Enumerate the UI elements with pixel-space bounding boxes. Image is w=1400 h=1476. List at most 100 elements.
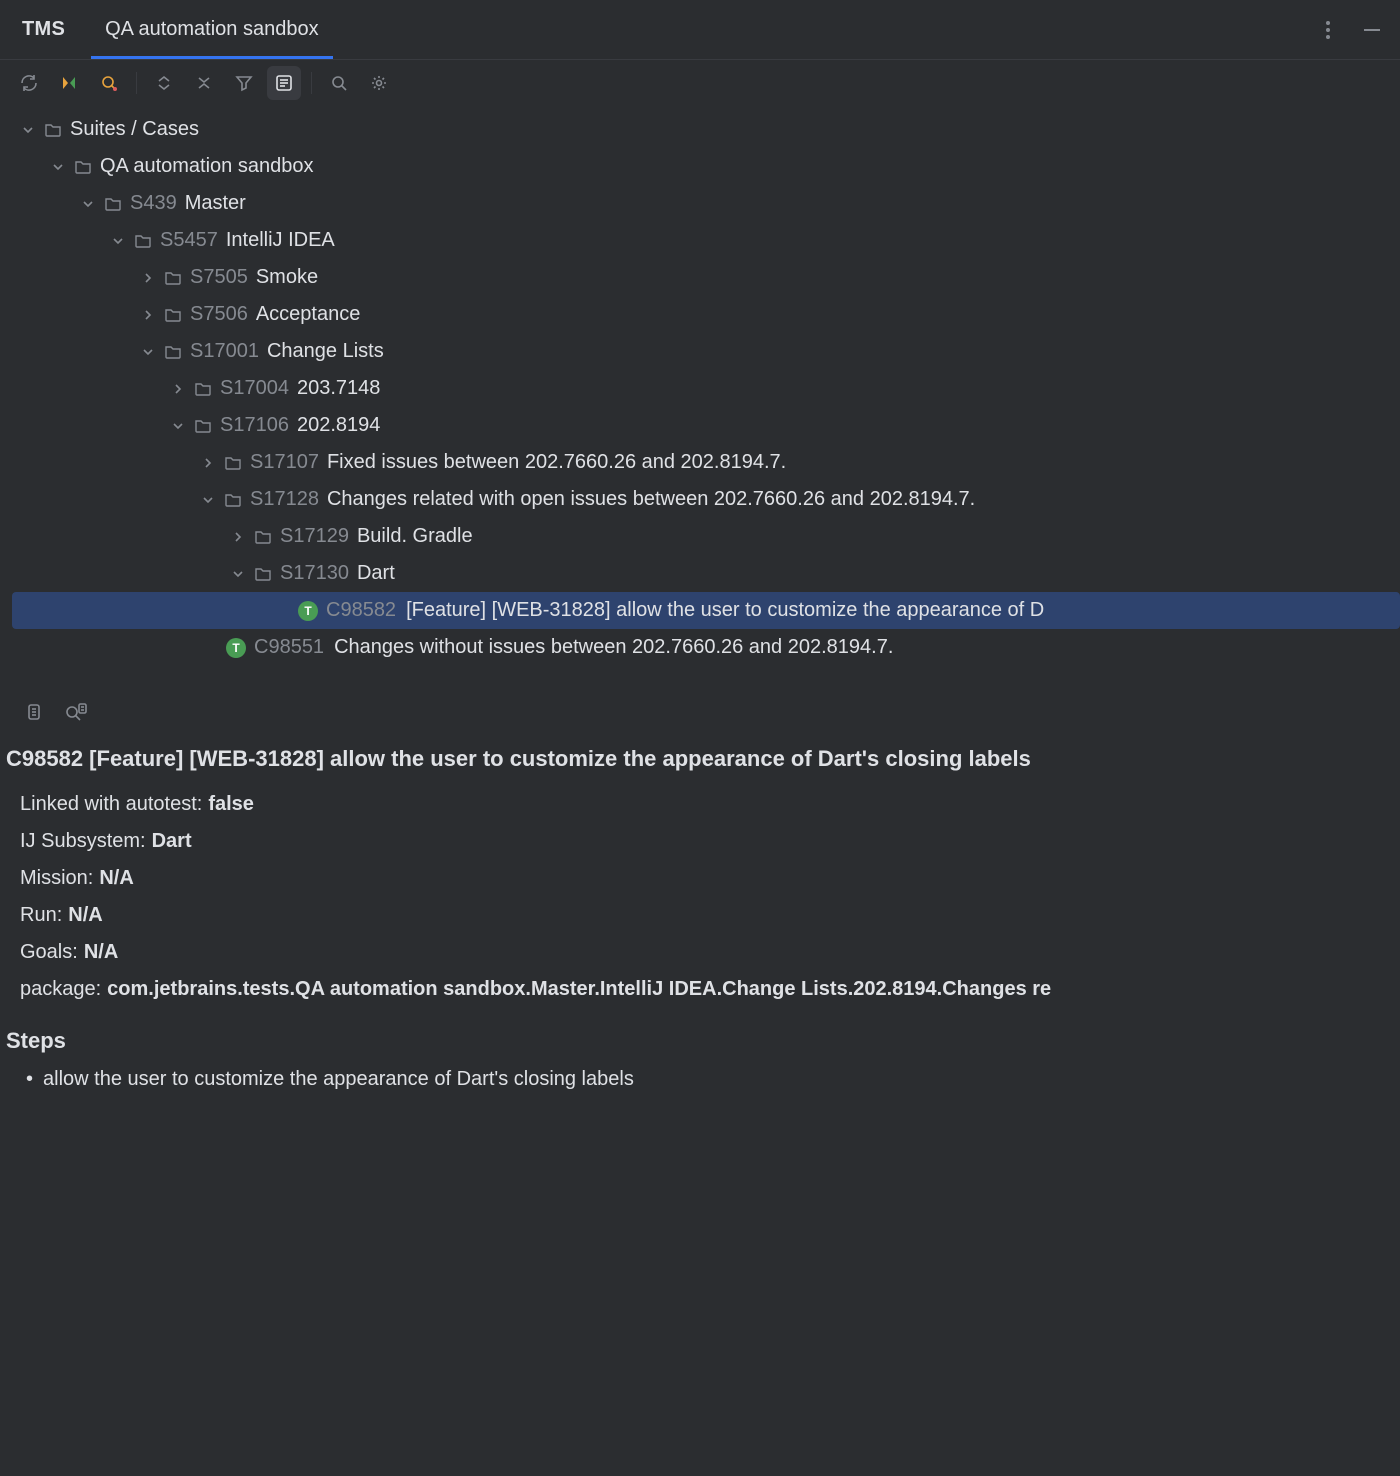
case-fields: Linked with autotest: falseIJ Subsystem:… bbox=[0, 782, 1400, 1012]
tree-row[interactable]: S17106 202.8194 bbox=[0, 407, 1400, 444]
tree-toolbar bbox=[0, 60, 1400, 107]
chevron-right-icon[interactable] bbox=[230, 531, 246, 543]
case-title: C98582 [Feature] [WEB-31828] allow the u… bbox=[0, 734, 1400, 782]
bullet-icon: • bbox=[26, 1068, 33, 1091]
toolbar-separator bbox=[136, 72, 137, 94]
tree-label: Acceptance bbox=[256, 303, 361, 326]
chevron-right-icon[interactable] bbox=[200, 457, 216, 469]
folder-icon bbox=[254, 565, 272, 583]
chevron-right-icon[interactable] bbox=[140, 272, 156, 284]
minimize-icon[interactable] bbox=[1358, 16, 1386, 44]
tree-row[interactable]: Suites / Cases bbox=[0, 111, 1400, 148]
field-label: package: bbox=[20, 978, 101, 1001]
search-icon[interactable] bbox=[322, 66, 356, 100]
tree-row[interactable]: S7506 Acceptance bbox=[0, 296, 1400, 333]
gear-icon[interactable] bbox=[362, 66, 396, 100]
case-field: Goals: N/A bbox=[20, 934, 1380, 971]
tree-row[interactable]: S17004 203.7148 bbox=[0, 370, 1400, 407]
tree-row[interactable]: T C98582 [Feature] [WEB-31828] allow the… bbox=[12, 592, 1400, 629]
case-id: C98551 bbox=[254, 636, 324, 659]
chevron-down-icon[interactable] bbox=[170, 420, 186, 432]
field-label: Goals: bbox=[20, 941, 78, 964]
suite-id: S17004 bbox=[220, 377, 289, 400]
field-label: Linked with autotest: bbox=[20, 793, 202, 816]
test-case-icon: T bbox=[226, 638, 246, 658]
case-field: Run: N/A bbox=[20, 897, 1380, 934]
tree-row[interactable]: S17001 Change Lists bbox=[0, 333, 1400, 370]
tree-row[interactable]: S439 Master bbox=[0, 185, 1400, 222]
locate-icon[interactable] bbox=[92, 66, 126, 100]
tree-label: Changes related with open issues between… bbox=[327, 488, 975, 511]
tree-label: Master bbox=[185, 192, 246, 215]
suite-id: S17128 bbox=[250, 488, 319, 511]
tree-row[interactable]: QA automation sandbox bbox=[0, 148, 1400, 185]
suite-id: S17130 bbox=[280, 562, 349, 585]
tab-label: QA automation sandbox bbox=[105, 18, 318, 41]
tree-label: 202.8194 bbox=[297, 414, 380, 437]
tree-label: 203.7148 bbox=[297, 377, 380, 400]
folder-icon bbox=[254, 528, 272, 546]
case-field: Linked with autotest: false bbox=[20, 786, 1380, 823]
tree-label: Change Lists bbox=[267, 340, 384, 363]
suite-id: S17129 bbox=[280, 525, 349, 548]
chevron-down-icon[interactable] bbox=[110, 235, 126, 247]
chevron-down-icon[interactable] bbox=[200, 494, 216, 506]
folder-icon bbox=[134, 232, 152, 250]
collapse-all-icon[interactable] bbox=[187, 66, 221, 100]
filter-icon[interactable] bbox=[227, 66, 261, 100]
field-value: N/A bbox=[84, 941, 118, 964]
suite-id: S17106 bbox=[220, 414, 289, 437]
folder-icon bbox=[164, 269, 182, 287]
suite-id: S7505 bbox=[190, 266, 248, 289]
chevron-down-icon[interactable] bbox=[80, 198, 96, 210]
tree-row[interactable]: S5457 IntelliJ IDEA bbox=[0, 222, 1400, 259]
step-item: • allow the user to customize the appear… bbox=[0, 1064, 1400, 1091]
field-value: N/A bbox=[99, 867, 133, 890]
tab-project[interactable]: QA automation sandbox bbox=[91, 0, 332, 59]
copy-case-icon[interactable] bbox=[20, 698, 48, 726]
field-value: false bbox=[208, 793, 254, 816]
folder-icon bbox=[164, 306, 182, 324]
steps-list: • allow the user to customize the appear… bbox=[0, 1064, 1400, 1091]
chevron-down-icon[interactable] bbox=[20, 124, 36, 136]
suite-tree[interactable]: Suites / Cases QA automation sandbox S43… bbox=[0, 107, 1400, 680]
folder-icon bbox=[194, 417, 212, 435]
refresh-icon[interactable] bbox=[12, 66, 46, 100]
folder-icon bbox=[164, 343, 182, 361]
case-field: IJ Subsystem: Dart bbox=[20, 823, 1380, 860]
suite-id: S5457 bbox=[160, 229, 218, 252]
tree-row[interactable]: S17129 Build. Gradle bbox=[0, 518, 1400, 555]
tree-row[interactable]: T C98551 Changes without issues between … bbox=[0, 629, 1400, 666]
tree-row[interactable]: S17128 Changes related with open issues … bbox=[0, 481, 1400, 518]
tree-label: Fixed issues between 202.7660.26 and 202… bbox=[327, 451, 786, 474]
field-label: Mission: bbox=[20, 867, 93, 890]
case-id: C98582 bbox=[326, 599, 396, 622]
steps-heading: Steps bbox=[0, 1012, 1400, 1064]
suite-id: S17107 bbox=[250, 451, 319, 474]
chevron-right-icon[interactable] bbox=[140, 309, 156, 321]
field-value: Dart bbox=[152, 830, 192, 853]
toolbar-separator bbox=[311, 72, 312, 94]
expand-all-icon[interactable] bbox=[147, 66, 181, 100]
chevron-down-icon[interactable] bbox=[140, 346, 156, 358]
tree-label: [Feature] [WEB-31828] allow the user to … bbox=[406, 599, 1044, 622]
tree-row[interactable]: S17130 Dart bbox=[0, 555, 1400, 592]
title-bar: TMS QA automation sandbox bbox=[0, 0, 1400, 60]
case-field: package: com.jetbrains.tests.QA automati… bbox=[20, 971, 1380, 1008]
field-value: com.jetbrains.tests.QA automation sandbo… bbox=[107, 978, 1051, 1001]
tree-row[interactable]: S7505 Smoke bbox=[0, 259, 1400, 296]
kebab-menu-icon[interactable] bbox=[1314, 16, 1342, 44]
chevron-right-icon[interactable] bbox=[170, 383, 186, 395]
folder-icon bbox=[104, 195, 122, 213]
details-toggle-icon[interactable] bbox=[267, 66, 301, 100]
link-autotest-icon[interactable] bbox=[62, 698, 90, 726]
chevron-down-icon[interactable] bbox=[50, 161, 66, 173]
chevron-down-icon[interactable] bbox=[230, 568, 246, 580]
folder-icon bbox=[224, 454, 242, 472]
compare-icon[interactable] bbox=[52, 66, 86, 100]
tree-label: Build. Gradle bbox=[357, 525, 473, 548]
field-label: Run: bbox=[20, 904, 62, 927]
folder-icon bbox=[194, 380, 212, 398]
tree-row[interactable]: S17107 Fixed issues between 202.7660.26 … bbox=[0, 444, 1400, 481]
details-toolbar bbox=[0, 680, 1400, 734]
